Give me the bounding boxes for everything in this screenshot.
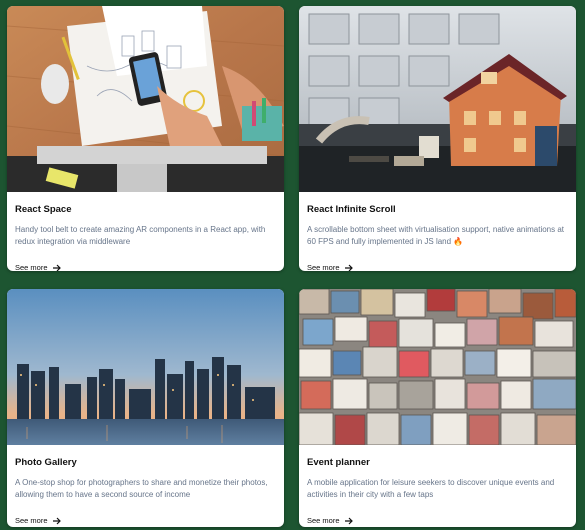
card-title: Event planner <box>307 457 370 468</box>
arrow-right-icon <box>52 517 62 525</box>
card-description: A One-stop shop for photographers to sha… <box>15 478 268 499</box>
see-more-label: See more <box>307 263 340 271</box>
card-title: React Space <box>15 204 72 215</box>
card-image-toy-house <box>299 6 576 192</box>
see-more-label: See more <box>307 516 340 525</box>
see-more-link[interactable]: See more <box>307 263 354 271</box>
card-image-city-skyline <box>7 289 284 445</box>
card-description: Handy tool belt to create amazing AR com… <box>15 225 266 246</box>
card-description: A scrollable bottom sheet with virtualis… <box>307 225 565 246</box>
see-more-link[interactable]: See more <box>15 263 62 271</box>
card-image-colored-stones <box>299 289 576 445</box>
card-title: Photo Gallery <box>15 457 77 468</box>
card-event-planner[interactable]: Event planner A mobile application for l… <box>299 289 576 527</box>
card-image-desk-workspace <box>7 6 284 192</box>
card-react-infinite-scroll[interactable]: React Infinite Scroll A scrollable botto… <box>299 6 576 271</box>
see-more-label: See more <box>15 263 48 271</box>
see-more-link[interactable]: See more <box>15 516 62 525</box>
arrow-right-icon <box>344 264 354 272</box>
card-title: React Infinite Scroll <box>307 204 396 215</box>
card-description: A mobile application for leisure seekers… <box>307 478 555 499</box>
card-react-space[interactable]: React Space Handy tool belt to create am… <box>7 6 284 271</box>
card-photo-gallery[interactable]: Photo Gallery A One-stop shop for photog… <box>7 289 284 527</box>
see-more-label: See more <box>15 516 48 525</box>
arrow-right-icon <box>52 264 62 272</box>
see-more-link[interactable]: See more <box>307 516 354 525</box>
arrow-right-icon <box>344 517 354 525</box>
card-grid: React Space Handy tool belt to create am… <box>0 0 585 530</box>
